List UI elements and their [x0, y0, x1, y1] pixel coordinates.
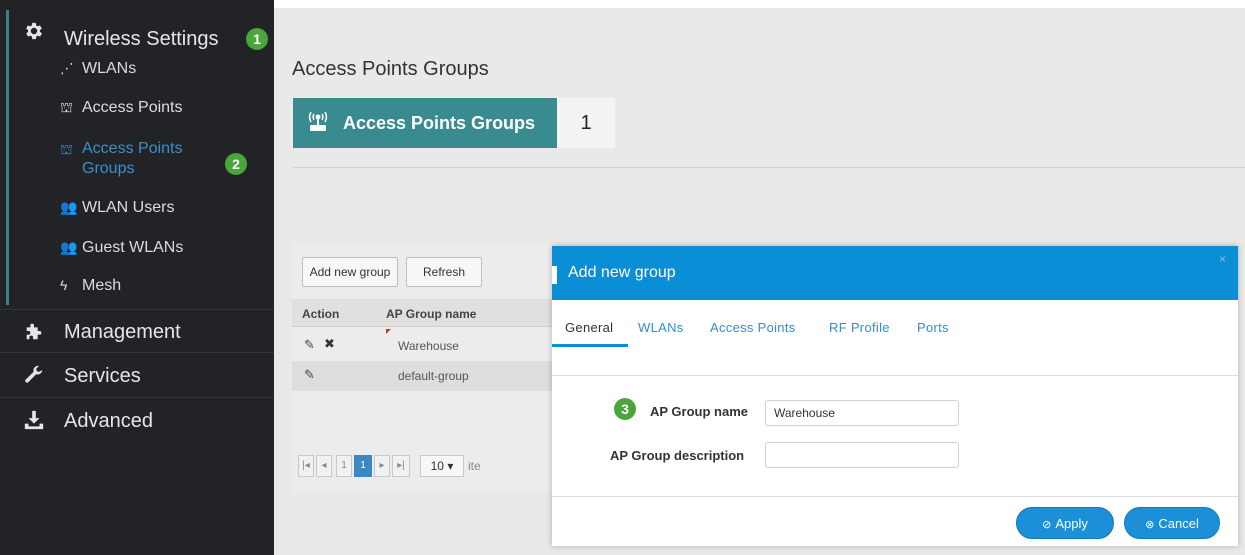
stat-value: 1: [557, 98, 615, 148]
divider: [293, 167, 1245, 168]
close-icon[interactable]: ×: [1219, 252, 1226, 266]
dialog-header: Add new group ×: [552, 246, 1238, 300]
wifi-icon: ⋰: [60, 60, 74, 76]
sidebar-section-management[interactable]: Management: [0, 309, 274, 353]
gear-icon: [22, 20, 46, 44]
tab-ports[interactable]: Ports: [917, 320, 949, 335]
ap-group-name-cell: Warehouse: [398, 339, 459, 353]
grid-header: Action AP Group name: [292, 299, 554, 327]
sidebar-item-label: WLAN Users: [82, 199, 175, 216]
active-tab-indicator: [552, 344, 628, 347]
page-button[interactable]: 1: [336, 455, 352, 477]
page-title: Access Points Groups: [292, 58, 489, 80]
page-size-value: 10: [430, 459, 444, 473]
current-page-button[interactable]: 1: [354, 455, 372, 477]
next-page-icon[interactable]: ▸: [374, 455, 390, 477]
add-new-group-button[interactable]: Add new group: [302, 257, 398, 287]
ap-group-name-cell: default-group: [398, 369, 469, 383]
sidebar-section-label: Advanced: [64, 410, 153, 432]
dialog-tabs: General WLANs Access Points RF Profile P…: [552, 312, 1238, 347]
tab-rf-profile[interactable]: RF Profile: [829, 320, 890, 335]
pager: |◂ ◂ 1 1 ▸ ▸| 10 ▾ ite: [292, 449, 554, 483]
apply-button[interactable]: ⊘ Apply: [1016, 507, 1114, 539]
tab-general[interactable]: General: [565, 320, 613, 335]
column-header-action[interactable]: Action: [302, 307, 339, 321]
edit-icon[interactable]: ✎: [304, 367, 315, 383]
sidebar-item-access-points-groups[interactable]: ⛫ Access Points Groups: [60, 139, 200, 179]
antenna-icon: [305, 108, 331, 139]
sidebar-item-label: Guest WLANs: [82, 239, 184, 256]
download-icon: [22, 409, 46, 433]
dirty-marker-icon: [386, 329, 391, 334]
page-size-suffix: ite: [468, 459, 481, 473]
access-point-icon: ⛫: [60, 99, 73, 115]
delete-icon[interactable]: ✖: [324, 336, 335, 352]
tab-access-points[interactable]: Access Points: [710, 320, 796, 335]
sidebar-section-advanced[interactable]: Advanced: [0, 399, 274, 443]
sidebar-section-services[interactable]: Services: [0, 354, 274, 398]
cancel-label: Cancel: [1158, 516, 1199, 531]
sidebar-item-wlans[interactable]: ⋰ WLANs: [60, 60, 136, 78]
divider: [552, 375, 1238, 376]
add-group-dialog: Add new group × General WLANs Access Poi…: [552, 246, 1238, 546]
edit-icon[interactable]: ✎: [304, 337, 315, 353]
check-circle-icon: ⊘: [1042, 519, 1052, 531]
wrench-icon: [22, 364, 46, 388]
page-size-select[interactable]: 10 ▾: [420, 455, 464, 477]
sidebar-item-label: WLANs: [82, 60, 137, 77]
sidebar-item-label: Access Points: [82, 99, 183, 116]
ap-group-description-label: AP Group description: [610, 448, 745, 463]
sidebar: Wireless Settings 1 ⋰ WLANs ⛫ Access Point…: [0, 0, 274, 555]
top-strip: [274, 0, 1245, 8]
users-icon: 👥: [60, 239, 78, 255]
ap-group-description-input[interactable]: [765, 442, 959, 468]
lightning-icon: ϟ: [60, 277, 68, 293]
ap-group-name-input[interactable]: [765, 400, 959, 426]
sidebar-item-access-points[interactable]: ⛫ Access Points: [60, 99, 182, 118]
sidebar-item-label: Mesh: [82, 277, 122, 294]
prev-page-icon[interactable]: ◂: [316, 455, 332, 477]
cancel-circle-icon: ⊗: [1145, 519, 1155, 531]
puzzle-icon: [22, 320, 46, 344]
cancel-button[interactable]: ⊗ Cancel: [1124, 507, 1220, 539]
sidebar-item-wlan-users[interactable]: 👥 WLAN Users: [60, 199, 174, 217]
users-icon: 👥: [60, 199, 78, 215]
header-bar: [552, 266, 557, 284]
groups-grid-panel: Add new group Refresh Action AP Group na…: [292, 243, 554, 493]
sidebar-section-label: Management: [64, 321, 181, 343]
stat-tile: Access Points Groups 1: [293, 98, 615, 148]
column-header-ap-group-name[interactable]: AP Group name: [386, 307, 476, 321]
last-page-icon[interactable]: ▸|: [392, 455, 410, 477]
sidebar-section-label: Wireless Settings: [64, 28, 219, 50]
sidebar-section-wireless-settings[interactable]: Wireless Settings: [0, 14, 274, 58]
first-page-icon[interactable]: |◂: [298, 455, 314, 477]
stat-label: Access Points Groups: [343, 112, 536, 133]
divider: [552, 496, 1238, 497]
sidebar-item-label: Access Points Groups: [82, 140, 183, 177]
apply-label: Apply: [1055, 516, 1088, 531]
refresh-button[interactable]: Refresh: [406, 257, 482, 287]
step-badge-3: 3: [614, 398, 636, 420]
table-row[interactable]: ✎ ✖ Warehouse: [292, 329, 554, 361]
sidebar-section-label: Services: [64, 365, 141, 387]
sidebar-item-guest-wlans[interactable]: 👥 Guest WLANs: [60, 239, 183, 257]
sidebar-item-mesh[interactable]: ϟ Mesh: [60, 277, 121, 295]
access-point-icon: ⛫: [60, 141, 73, 157]
step-badge-2: 2: [225, 153, 247, 175]
ap-group-name-label: AP Group name: [650, 404, 749, 419]
stat-label-box: Access Points Groups: [293, 98, 557, 148]
dialog-title: Add new group: [568, 264, 676, 281]
chevron-down-icon: ▾: [447, 459, 454, 473]
tab-wlans[interactable]: WLANs: [638, 320, 684, 335]
step-badge-1: 1: [246, 28, 268, 50]
table-row[interactable]: ✎ default-group: [292, 361, 554, 391]
